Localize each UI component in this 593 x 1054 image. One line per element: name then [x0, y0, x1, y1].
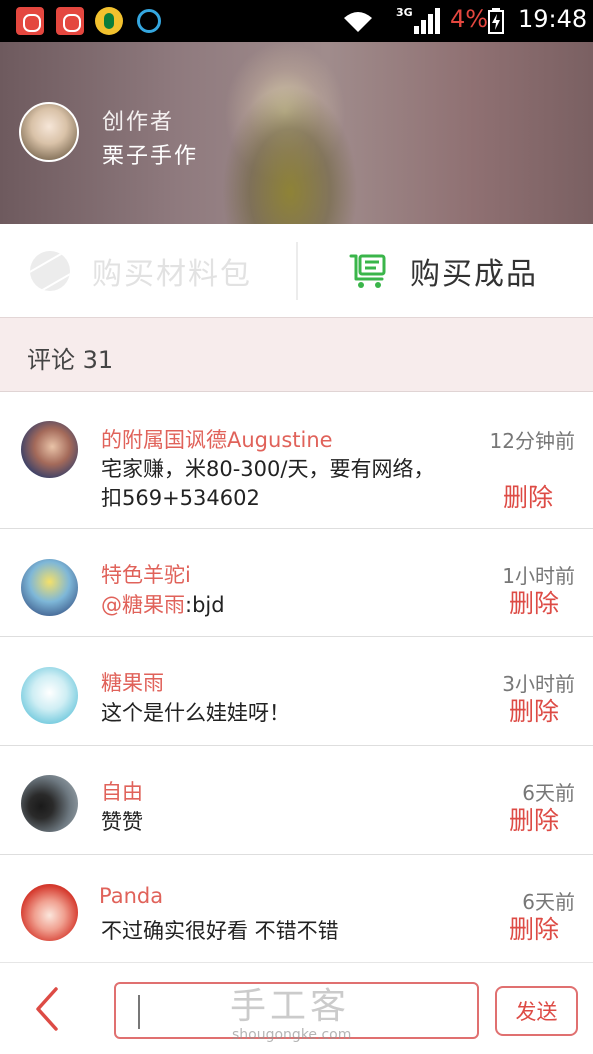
avatar[interactable]: [21, 775, 78, 832]
delete-button[interactable]: 删除: [509, 910, 559, 946]
avatar[interactable]: [21, 559, 78, 616]
comment-input[interactable]: [146, 992, 466, 1030]
mention-link[interactable]: @糖果雨: [101, 593, 185, 617]
comment-text: 不过确实很好看 不错不错: [101, 919, 339, 943]
battery-percent: 4%: [450, 5, 489, 33]
commenter-name[interactable]: 的附属国讽德Augustine: [101, 424, 333, 454]
app-notification-icon: [16, 7, 44, 35]
battery-charging-icon: [488, 8, 504, 34]
comment-text: 赞赞: [101, 810, 143, 834]
buy-kit-label: 购买材料包: [92, 257, 252, 292]
wifi-icon: [344, 12, 372, 32]
buy-product-button[interactable]: 购买成品: [348, 248, 538, 294]
delete-button[interactable]: 删除: [509, 584, 559, 620]
list-item[interactable]: 特色羊驼i 1小时前 @糖果雨:bjd 删除: [0, 529, 593, 637]
signal-icon: [414, 8, 440, 34]
divider: [296, 242, 298, 300]
comment-input-wrapper: [114, 982, 479, 1039]
delete-button[interactable]: 删除: [509, 801, 559, 837]
yarn-ball-icon: [30, 251, 70, 291]
list-item[interactable]: Panda 6天前 不过确实很好看 不错不错 删除: [0, 855, 593, 962]
comment-time: 12分钟前: [489, 429, 575, 453]
network-type: 3G: [396, 6, 413, 19]
comments-count: 评论 31: [27, 346, 114, 374]
comment-text: @糖果雨:bjd: [101, 591, 441, 620]
comments-list: 的附属国讽德Augustine 12分钟前 宅家赚，米80-300/天，要有网络…: [0, 392, 593, 962]
commenter-name[interactable]: Panda: [99, 884, 163, 908]
comment-body: :bjd: [185, 593, 225, 617]
send-button[interactable]: 发送: [495, 986, 578, 1036]
commenter-name[interactable]: 自由: [101, 776, 143, 806]
shopping-cart-icon: [349, 254, 386, 288]
delete-button[interactable]: 删除: [509, 692, 559, 728]
avatar[interactable]: [21, 421, 78, 478]
avatar[interactable]: [21, 667, 78, 724]
music-app-icon: [95, 7, 123, 35]
commenter-name[interactable]: 特色羊驼i: [101, 559, 191, 589]
comment-text: 宅家赚，米80-300/天，要有网络，扣569+534602: [101, 457, 435, 510]
creator-role-label: 创作者: [102, 110, 175, 135]
buy-options: 购买材料包 购买成品: [0, 224, 593, 318]
list-item[interactable]: 自由 6天前 赞赞 删除: [0, 746, 593, 855]
text-caret: [138, 995, 140, 1029]
comment-text: 这个是什么娃娃呀！: [101, 701, 290, 725]
list-item[interactable]: 的附属国讽德Augustine 12分钟前 宅家赚，米80-300/天，要有网络…: [0, 392, 593, 529]
comment-input-bar: 手工客 shougongke.com 发送: [0, 962, 593, 1054]
app-notification-icon: [56, 7, 84, 35]
status-bar: 3G 4% 19:48: [0, 0, 593, 42]
delete-button[interactable]: 删除: [503, 478, 553, 514]
creator-header: 创作者 栗子手作: [0, 42, 593, 224]
comments-header: 评论 31: [0, 318, 593, 392]
list-item[interactable]: 糖果雨 3小时前 这个是什么娃娃呀！ 删除: [0, 637, 593, 746]
buy-product-label: 购买成品: [410, 257, 538, 292]
buy-kit-button[interactable]: 购买材料包: [30, 248, 252, 294]
avatar[interactable]: [21, 884, 78, 941]
hotspot-icon: [137, 9, 161, 33]
creator-avatar[interactable]: [19, 102, 79, 162]
commenter-name[interactable]: 糖果雨: [101, 667, 164, 697]
back-arrow-icon[interactable]: [30, 985, 70, 1033]
clock: 19:48: [518, 5, 588, 33]
creator-name[interactable]: 栗子手作: [102, 138, 198, 170]
